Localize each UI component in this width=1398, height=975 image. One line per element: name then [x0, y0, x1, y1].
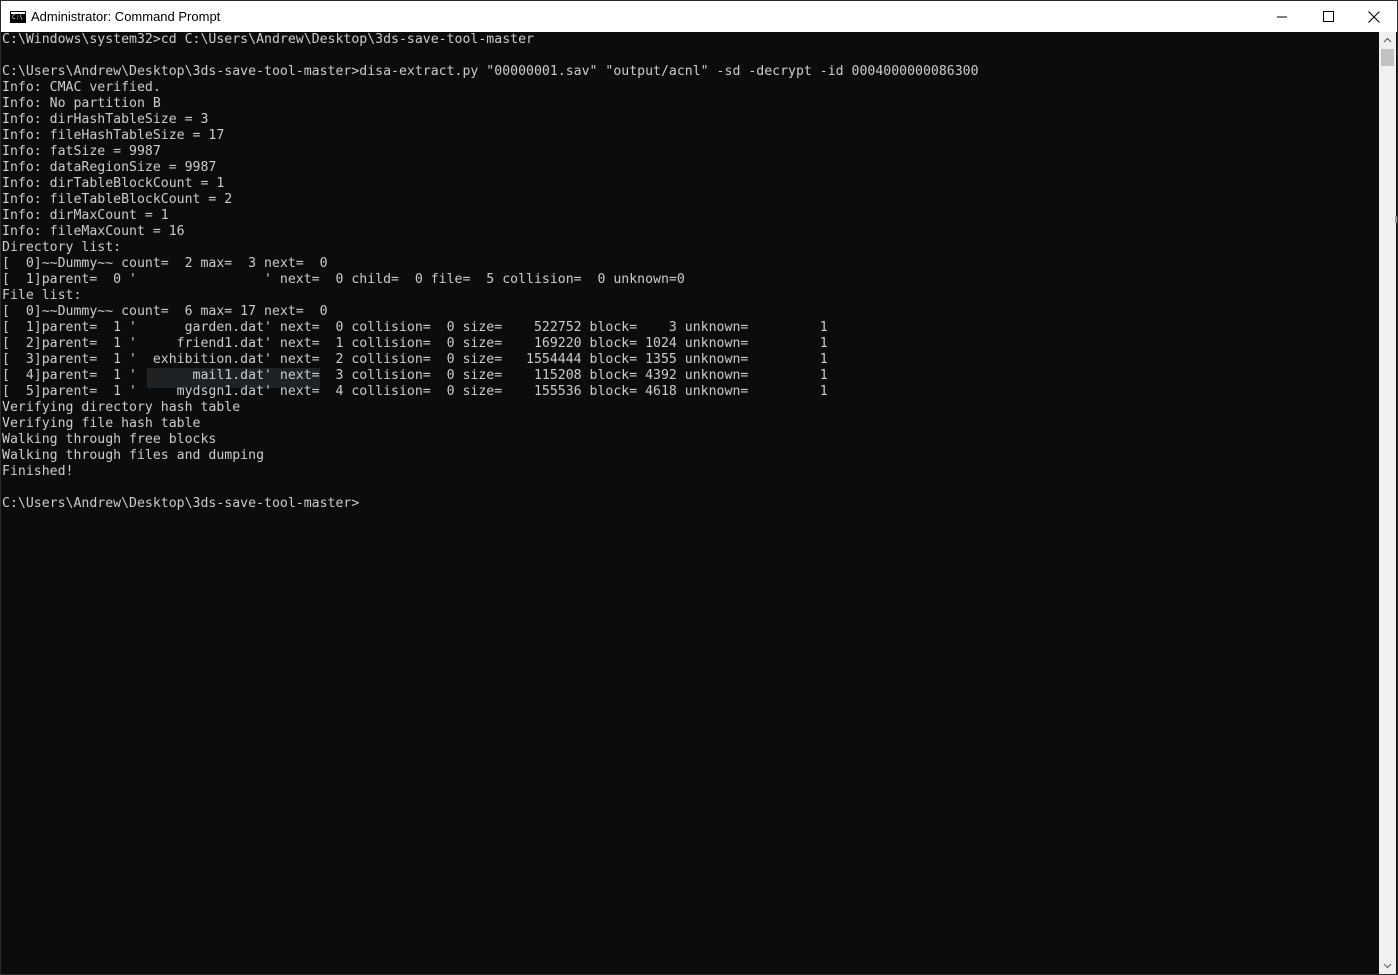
- scroll-down-button[interactable]: [1379, 957, 1396, 974]
- arrow-down-icon: [1383, 963, 1392, 969]
- terminal-line: Info: fatSize = 9987: [2, 144, 161, 159]
- terminal-line: Verifying directory hash table: [2, 400, 241, 415]
- minimize-icon: [1277, 16, 1287, 17]
- terminal-line: C:\Users\Andrew\Desktop\3ds-save-tool-ma…: [2, 496, 360, 511]
- terminal-line: Info: dirHashTableSize = 3: [2, 112, 209, 127]
- command-prompt-icon[interactable]: [10, 10, 26, 23]
- terminal-line: Finished!: [2, 464, 74, 479]
- terminal-line: Verifying file hash table: [2, 416, 201, 431]
- command-prompt-window: Administrator: Command Prompt C:\Window: [0, 0, 1398, 975]
- vertical-scrollbar[interactable]: [1379, 32, 1396, 974]
- terminal-line: [ 0]~~Dummy~~ count= 6 max= 17 next= 0: [2, 304, 328, 319]
- window-title: Administrator: Command Prompt: [31, 9, 221, 24]
- terminal-output[interactable]: C:\Windows\system32>cd C:\Users\Andrew\D…: [2, 32, 1380, 972]
- terminal-line: C:\Users\Andrew\Desktop\3ds-save-tool-ma…: [2, 64, 979, 79]
- terminal-line: C:\Windows\system32>cd C:\Users\Andrew\D…: [2, 32, 534, 47]
- title-bar[interactable]: Administrator: Command Prompt: [1, 1, 1397, 32]
- terminal-line: Info: fileHashTableSize = 17: [2, 128, 225, 143]
- terminal-line: [ 5]parent= 1 ' mydsgn1.dat' next= 4 col…: [2, 384, 828, 399]
- terminal-line: Info: dirTableBlockCount = 1: [2, 176, 225, 191]
- arrow-up-icon: [1383, 37, 1392, 43]
- close-button[interactable]: [1351, 1, 1397, 32]
- maximize-icon: [1322, 11, 1334, 22]
- terminal-line: [ 3]parent= 1 ' exhibition.dat' next= 2 …: [2, 352, 828, 367]
- terminal-line: Info: CMAC verified.: [2, 80, 161, 95]
- terminal-line: Walking through files and dumping: [2, 448, 265, 463]
- window-resize-edge: [1395, 216, 1397, 223]
- terminal-line: Directory list:: [2, 240, 122, 255]
- maximize-button[interactable]: [1305, 1, 1351, 32]
- terminal-line: Walking through free blocks: [2, 432, 217, 447]
- terminal-line: [ 2]parent= 1 ' friend1.dat' next= 1 col…: [2, 336, 828, 351]
- terminal-line: Info: fileMaxCount = 16: [2, 224, 185, 239]
- close-icon: [1368, 10, 1380, 23]
- terminal-line: [ 4]parent= 1 ' mail1.dat' next= 3 colli…: [2, 368, 828, 383]
- terminal-line: Info: dirMaxCount = 1: [2, 208, 169, 223]
- terminal-line: Info: dataRegionSize = 9987: [2, 160, 217, 175]
- terminal-line: Info: fileTableBlockCount = 2: [2, 192, 233, 207]
- minimize-button[interactable]: [1259, 1, 1305, 32]
- terminal-line: File list:: [2, 288, 82, 303]
- scroll-thumb[interactable]: [1381, 49, 1394, 66]
- terminal-line: [ 1]parent= 0 ' ' next= 0 child= 0 file=…: [2, 272, 685, 287]
- window-controls: [1259, 1, 1397, 32]
- terminal-line: [ 0]~~Dummy~~ count= 2 max= 3 next= 0: [2, 256, 328, 271]
- scroll-up-button[interactable]: [1379, 32, 1396, 49]
- terminal-line: Info: No partition B: [2, 96, 161, 111]
- terminal-line: [ 1]parent= 1 ' garden.dat' next= 0 coll…: [2, 320, 828, 335]
